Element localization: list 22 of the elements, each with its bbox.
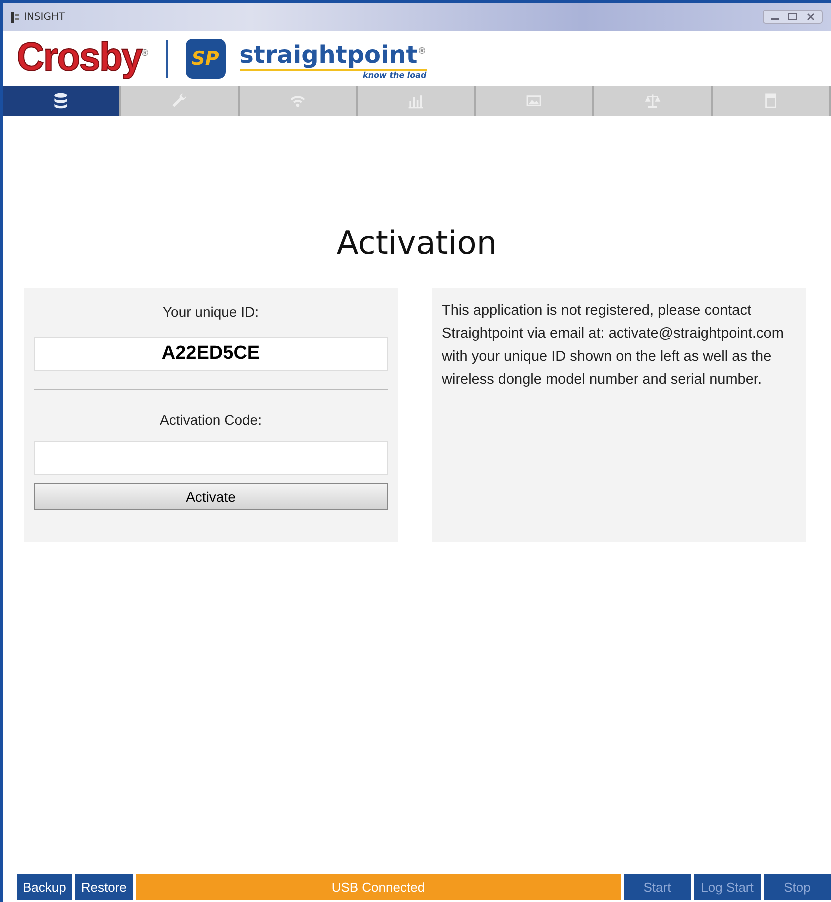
page-title: Activation <box>336 224 498 262</box>
connection-status: USB Connected <box>136 874 621 900</box>
registration-message: This application is not registered, please contact Straightpoint via email at: activate@straightpoint.com with your unique ID shown on the left as well as the wireless dongle model number and serial number. <box>442 302 785 390</box>
tagline: know the load <box>363 70 427 80</box>
field-label: Your unique ID: <box>162 304 260 320</box>
activation-code-field[interactable] <box>34 441 388 475</box>
toolbar-button[interactable]: Backup <box>17 874 72 900</box>
logo-badge: SP <box>186 38 226 78</box>
app-icon <box>11 12 19 22</box>
product-logo: straightpoint$^{®}$ <box>240 38 427 70</box>
database-icon <box>52 92 70 110</box>
activate-button[interactable]: Activate <box>34 483 388 510</box>
close-icon[interactable] <box>805 12 817 22</box>
window-title: INSIGHT <box>24 12 66 22</box>
field-label: Activation Code: <box>159 412 263 428</box>
brand-logo: Crosby$^{®}$ <box>17 36 148 82</box>
wrench-icon <box>170 92 188 110</box>
unique-id-field: A22ED5CE <box>34 337 388 371</box>
tab[interactable] <box>3 86 120 116</box>
toolbar-button[interactable]: Restore <box>75 874 133 900</box>
scale-icon <box>644 92 662 110</box>
maximize-icon[interactable] <box>787 12 799 22</box>
